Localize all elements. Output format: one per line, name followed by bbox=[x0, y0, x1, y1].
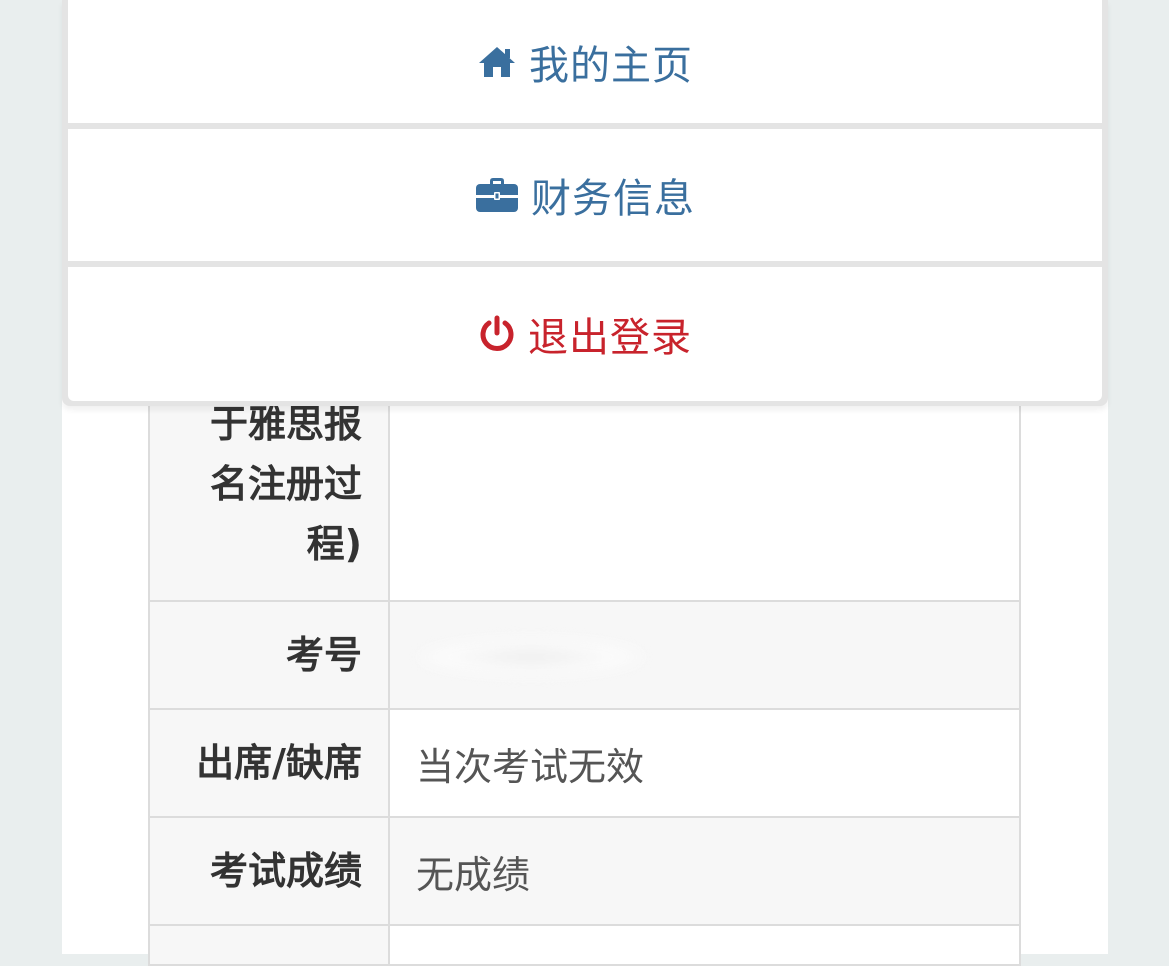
row-label-cell: 考号 bbox=[148, 600, 390, 710]
menu-item-logout[interactable]: 退出登录 bbox=[68, 267, 1102, 401]
exam-number-value-cell bbox=[388, 600, 1021, 710]
menu-label-finance: 财务信息 bbox=[531, 176, 695, 222]
row-label-cell bbox=[148, 924, 390, 966]
row-value-cell bbox=[388, 924, 1021, 966]
table-row: 出席/缺席 当次考试无效 bbox=[148, 708, 1021, 818]
redacted-exam-number bbox=[416, 637, 646, 678]
attendance-value: 当次考试无效 bbox=[416, 744, 645, 789]
row-label-cell: 出席/缺席 bbox=[148, 708, 390, 818]
row-value-cell: 无成绩 bbox=[388, 816, 1021, 926]
score-value: 无成绩 bbox=[416, 852, 531, 897]
table-row: 考试成绩 无成绩 bbox=[148, 816, 1021, 926]
exam-number-label: 考号 bbox=[285, 633, 362, 677]
menu-label-logout: 退出登录 bbox=[528, 315, 692, 361]
power-icon bbox=[478, 315, 516, 353]
dropdown-nav-menu: 我的主页 财务信息 退出登录 bbox=[62, 0, 1108, 406]
home-icon bbox=[477, 44, 517, 80]
row-value-cell: 当次考试无效 bbox=[388, 708, 1021, 818]
table-row: 考号 bbox=[148, 600, 1021, 710]
score-label: 考试成绩 bbox=[209, 849, 362, 893]
attendance-label: 出席/缺席 bbox=[196, 741, 362, 785]
menu-label-home: 我的主页 bbox=[529, 42, 693, 89]
menu-item-finance[interactable]: 财务信息 bbox=[68, 129, 1102, 261]
menu-item-home[interactable]: 我的主页 bbox=[68, 0, 1102, 123]
table-row bbox=[148, 924, 1021, 966]
row-label: 于雅思报名注册过程) bbox=[209, 402, 362, 566]
briefcase-icon bbox=[475, 176, 519, 214]
row-label-cell: 考试成绩 bbox=[148, 816, 390, 926]
